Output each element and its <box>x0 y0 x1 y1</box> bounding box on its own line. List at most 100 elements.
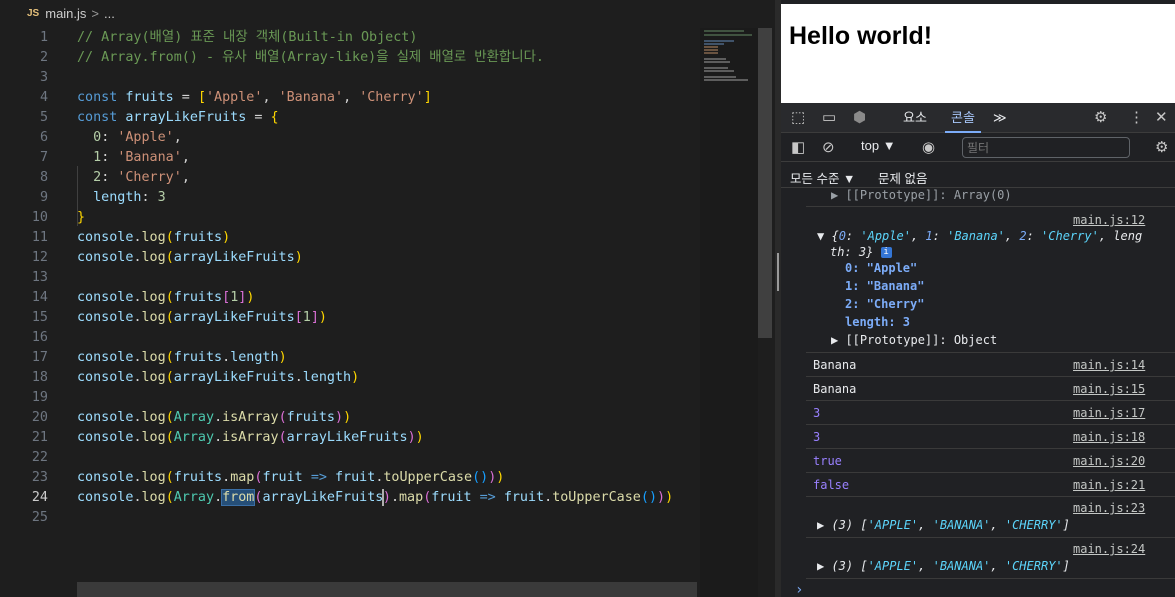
code-line[interactable]: 16 <box>0 328 700 348</box>
code-line[interactable]: 23 console.log(fruits.map(fruit => fruit.… <box>0 468 700 488</box>
code-line[interactable]: 15 console.log(arrayLikeFruits[1]) <box>0 308 700 328</box>
code-line-current[interactable]: 24 console.log(Array.from(arrayLikeFruits… <box>0 488 700 508</box>
line-17-code[interactable]: console.log(fruits.length) <box>77 348 287 368</box>
console-prompt[interactable]: › <box>795 582 803 597</box>
minimap-line <box>704 70 734 72</box>
code-line[interactable]: 12 console.log(arrayLikeFruits) <box>0 248 700 268</box>
line-14-code[interactable]: console.log(fruits[1]) <box>77 288 254 308</box>
eye-icon[interactable]: ◉ <box>922 133 935 162</box>
code-line[interactable]: 18 console.log(arrayLikeFruits.length) <box>0 368 700 388</box>
line-number: 3 <box>39 70 48 85</box>
source-link[interactable]: main.js:20 <box>1073 454 1145 468</box>
code-line[interactable]: 2 // Array.from() - 유사 배열(Array-like)을 실제… <box>0 48 700 68</box>
minimap-line <box>704 58 726 60</box>
code-line[interactable]: 1 // Array(배열) 표준 내장 객체(Built-in Object) <box>0 28 700 48</box>
code-line[interactable]: 21 console.log(Array.isArray(arrayLikeFru… <box>0 428 700 448</box>
code-line[interactable]: 22 <box>0 448 700 468</box>
line-2-code[interactable]: // Array.from() - 유사 배열(Array-like)을 실제 … <box>77 48 544 68</box>
line-10-code[interactable]: } <box>77 208 85 228</box>
minimap[interactable] <box>700 28 758 597</box>
code-line[interactable]: 7 1: 'Banana', <box>0 148 700 168</box>
code-line[interactable]: 25 <box>0 508 700 528</box>
minimap-line <box>704 61 730 63</box>
code-line[interactable]: 5 const arrayLikeFruits = { <box>0 108 700 128</box>
row-separator <box>806 578 1175 579</box>
line-6-code[interactable]: 0: 'Apple', <box>77 128 182 148</box>
source-link[interactable]: main.js:14 <box>1073 358 1145 372</box>
source-link[interactable]: main.js:24 <box>1073 542 1145 556</box>
line-15-code[interactable]: console.log(arrayLikeFruits[1]) <box>77 308 327 328</box>
prototype-object-row[interactable]: ▶ [[Prototype]]: Object <box>831 333 997 347</box>
row-separator <box>806 424 1175 425</box>
array-result[interactable]: ▶ (3) ['APPLE', 'BANANA', 'CHERRY'] <box>817 518 1070 532</box>
breadcrumb-symbols[interactable]: ... <box>104 6 115 21</box>
line-number: 21 <box>31 430 48 445</box>
clear-console-icon[interactable]: ⊘ <box>822 133 835 162</box>
code-line[interactable]: 11 console.log(fruits) <box>0 228 700 248</box>
issues-counter[interactable]: 문제 없음 <box>878 168 927 187</box>
code-line[interactable]: 14 console.log(fruits[1]) <box>0 288 700 308</box>
info-badge-icon[interactable]: i <box>880 247 892 258</box>
tab-elements[interactable]: 요소 <box>903 103 927 133</box>
object-summary[interactable]: ▼ {0: 'Apple', 1: 'Banana', 2: 'Cherry',… <box>817 229 1142 243</box>
line-24-code[interactable]: console.log(Array.from(arrayLikeFruits).… <box>77 488 673 508</box>
chevron-down-icon: ▼ <box>882 138 896 153</box>
code-line[interactable]: 6 0: 'Apple', <box>0 128 700 148</box>
tab-console[interactable]: 콘솔 <box>945 103 981 133</box>
horizontal-scrollbar[interactable] <box>77 582 697 597</box>
line-23-code[interactable]: console.log(fruits.map(fruit => fruit.to… <box>77 468 504 488</box>
gear-icon[interactable]: ⚙ <box>1094 103 1107 133</box>
code-line[interactable]: 4 const fruits = ['Apple', 'Banana', 'Che… <box>0 88 700 108</box>
code-line[interactable]: 3 <box>0 68 700 88</box>
line-7-code[interactable]: 1: 'Banana', <box>77 148 190 168</box>
extension-icon[interactable]: ⬢ <box>853 103 866 133</box>
device-toolbar-icon[interactable]: ▭ <box>822 103 836 133</box>
line-8-code[interactable]: 2: 'Cherry', <box>77 168 190 188</box>
line-1-code[interactable]: // Array(배열) 표준 내장 객체(Built-in Object) <box>77 28 417 48</box>
source-link[interactable]: main.js:18 <box>1073 430 1145 444</box>
log-levels-dropdown[interactable]: 모든 수준 ▼ <box>790 168 855 187</box>
prototype-array-row[interactable]: ▶ [[Prototype]]: Array(0) <box>831 188 1012 202</box>
code-line[interactable]: 9 length: 3 <box>0 188 700 208</box>
vertical-scrollbar[interactable] <box>758 28 772 338</box>
line-12-code[interactable]: console.log(arrayLikeFruits) <box>77 248 303 268</box>
resize-grip[interactable] <box>777 253 779 291</box>
code-line[interactable]: 8 2: 'Cherry', <box>0 168 700 188</box>
context-selector[interactable]: top ▼ <box>861 138 896 153</box>
console-output[interactable]: ▶ [[Prototype]]: Array(0) main.js:12 ▼ {… <box>781 188 1175 597</box>
line-9-code[interactable]: length: 3 <box>77 188 166 208</box>
source-link[interactable]: main.js:23 <box>1073 501 1145 515</box>
source-link[interactable]: main.js:15 <box>1073 382 1145 396</box>
code-line[interactable]: 10} <box>0 208 700 228</box>
inspect-element-icon[interactable]: ⬚ <box>791 103 805 133</box>
code-line[interactable]: 19 <box>0 388 700 408</box>
code-line[interactable]: 17 console.log(fruits.length) <box>0 348 700 368</box>
kebab-menu-icon[interactable]: ⋮ <box>1129 103 1144 133</box>
property-2: 2: "Cherry" <box>845 297 925 311</box>
console-settings-gear-icon[interactable]: ⚙ <box>1155 133 1168 162</box>
array-result[interactable]: ▶ (3) ['APPLE', 'BANANA', 'CHERRY'] <box>817 559 1070 573</box>
line-11-code[interactable]: console.log(fruits) <box>77 228 230 248</box>
code-editor[interactable]: JS main.js > ... 1 // Array(배열) 표준 내장 객체(… <box>0 0 775 597</box>
line-number: 16 <box>31 330 48 345</box>
sidebar-toggle-icon[interactable]: ◧ <box>791 133 805 162</box>
source-link[interactable]: main.js:17 <box>1073 406 1145 420</box>
code-area[interactable]: 1// Array(배열) 표준 내장 객체(Built-in Object) … <box>0 28 700 528</box>
source-link[interactable]: main.js:21 <box>1073 478 1145 492</box>
row-separator <box>806 352 1175 353</box>
row-separator <box>806 206 1175 207</box>
line-5-code[interactable]: const arrayLikeFruits = { <box>77 108 279 128</box>
devtools-tabbar: ⬚ ▭ ⬢ 요소 콘솔 ≫ ⚙ ⋮ ✕ <box>781 103 1175 133</box>
code-line[interactable]: 13 <box>0 268 700 288</box>
line-18-code[interactable]: console.log(arrayLikeFruits.length) <box>77 368 359 388</box>
code-line[interactable]: 20 console.log(Array.isArray(fruits)) <box>0 408 700 428</box>
line-4-code[interactable]: const fruits = ['Apple', 'Banana', 'Cher… <box>77 88 432 108</box>
breadcrumb-file[interactable]: main.js <box>45 6 86 21</box>
source-link[interactable]: main.js:12 <box>1073 213 1145 227</box>
line-20-code[interactable]: console.log(Array.isArray(fruits)) <box>77 408 351 428</box>
object-summary-wrap[interactable]: th: 3} i <box>830 245 892 259</box>
more-tabs-icon[interactable]: ≫ <box>993 103 1007 133</box>
console-filter-input[interactable] <box>962 137 1130 158</box>
line-21-code[interactable]: console.log(Array.isArray(arrayLikeFruit… <box>77 428 424 448</box>
close-icon[interactable]: ✕ <box>1155 103 1168 133</box>
